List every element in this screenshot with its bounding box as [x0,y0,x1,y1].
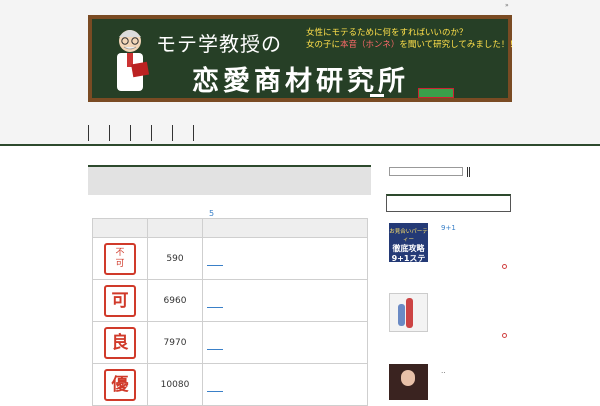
banner-lead-line1: 女性にモテるために何をすればいいのか？ [306,28,468,38]
row-link[interactable] [207,306,223,308]
nav-item-5[interactable] [172,125,193,141]
banner-lead: 女性にモテるために何をすればいいのか？ 女の子に本音（ホンネ）を聞いて研究してみ… [306,27,518,51]
sidebar-item-3-text[interactable]: ‥ [441,367,446,375]
grade-stamp-ka: 可 [104,284,136,317]
sidebar-item-2-dot[interactable] [502,333,507,338]
stamp-char: 不 [115,247,125,258]
thumb-figure [406,298,413,328]
table-row: 不可 590 [92,237,368,280]
banner-title: モテ学教授の [156,32,282,56]
grade-cell: 不可 [92,237,148,280]
header-divider [0,144,600,146]
professor-icon [117,30,150,91]
value-cell: 6960 [147,279,203,322]
sidebar-thumb-omiai[interactable]: お見合いパーティー 徹底攻略 9+1ステップ [389,223,428,273]
table-row: 可 6960 [92,279,368,322]
grade-stamp-ryo: 良 [104,326,136,359]
link-cell [202,237,368,280]
sidebar-thumb-2[interactable] [389,293,428,332]
value-cell: 10080 [147,363,203,406]
sidebar-search-input[interactable] [389,167,463,176]
table-header-row [92,218,368,238]
grade-stamp-fuka: 不可 [104,242,136,275]
global-nav [88,125,214,141]
chalkboard: モテ学教授の 女性にモテるために何をすればいいのか？ 女の子に本音（ホンネ）を聞… [92,19,518,98]
value-cell: 590 [147,237,203,280]
thumb-face [401,370,415,386]
table-header-grade [92,218,148,238]
nav-item-3[interactable] [130,125,151,141]
thumb-figure [398,304,405,326]
grade-stamp-yu: 優 [104,368,136,401]
table-header-link [202,218,368,238]
nav-item-4[interactable] [151,125,172,141]
nav-item-1[interactable] [88,125,109,141]
sidebar-thumb-3[interactable] [389,364,428,400]
nav-item-6[interactable] [193,125,214,141]
sidebar-item-1-dot[interactable] [502,264,507,269]
site-banner[interactable]: モテ学教授の 女性にモテるために何をすればいいのか？ 女の子に本音（ホンネ）を聞… [88,15,518,102]
table-row: 優 10080 [92,363,368,406]
lead-accent: 本音（ホンネ） [340,40,400,50]
sidebar-widget-heading [386,194,511,212]
grade-cell: 良 [92,321,148,364]
banner-main-title: 恋愛商材研究所 [192,66,409,97]
grade-cell: 優 [92,363,148,406]
sidebar-item-1-link[interactable]: 9+1 [441,224,456,232]
lead-post: を聞いて研究してみました！！ [399,40,518,50]
link-cell [202,279,368,322]
thumb-line3: 9+1ステップ [391,254,426,273]
banner-lead-line2: 女の子に本音（ホンネ）を聞いて研究してみました！！ [306,39,518,51]
lead-pre: 女の子に [306,40,341,50]
row-link[interactable] [207,348,223,350]
link-cell [202,321,368,364]
row-link[interactable] [207,390,223,392]
page-link[interactable]: 5 [209,209,214,218]
link-cell [202,363,368,406]
grade-cell: 可 [92,279,148,322]
thumb-line1: お見合いパーティー [389,229,428,243]
thumb-line2: 徹底攻略 [392,244,425,253]
corner-mark[interactable]: » [505,2,509,9]
table-header-value [147,218,203,238]
sidebar-search-button[interactable] [467,167,470,177]
value-cell: 7970 [147,321,203,364]
book [418,88,454,98]
table-row: 良 7970 [92,321,368,364]
chalk [370,94,384,97]
nav-item-2[interactable] [109,125,130,141]
grade-table: 不可 590 可 6960 良 7970 優 10080 [92,218,368,406]
stamp-char: 可 [115,258,125,269]
row-link[interactable] [207,264,223,266]
article-heading [88,165,371,195]
